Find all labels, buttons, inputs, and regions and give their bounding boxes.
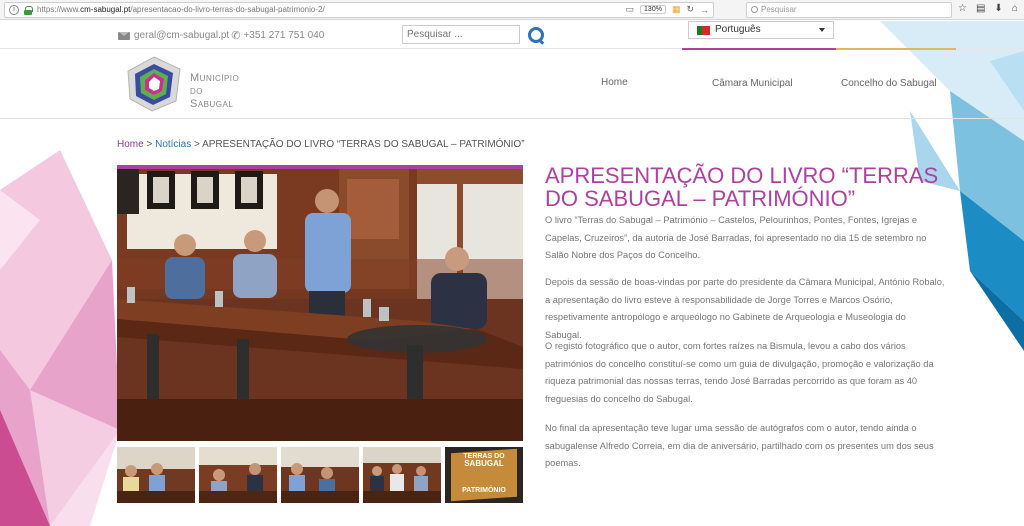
breadcrumb-news[interactable]: Notícias <box>155 139 191 150</box>
event-photo[interactable] <box>117 169 523 441</box>
thumbnail-4[interactable] <box>363 447 441 503</box>
top-info-bar: geral@cm-sabugal.pt ✆ +351 271 751 040 <box>0 21 1024 49</box>
url-text[interactable]: https://www.cm-sabugal.pt/apresentacao-d… <box>37 5 325 14</box>
breadcrumb-current: APRESENTAÇÃO DO LIVRO “TERRAS DO SABUGAL… <box>202 139 525 150</box>
phone-icon: ✆ <box>231 30 241 42</box>
contact-phone: +351 271 751 040 <box>243 30 325 41</box>
municipality-logo[interactable] <box>124 55 184 113</box>
apps-icon[interactable]: ▦ <box>672 4 681 15</box>
zoom-level[interactable]: 130% <box>640 5 666 14</box>
reload-icon[interactable]: ↻ <box>686 4 694 15</box>
download-icon[interactable]: ⬇ <box>994 3 1002 14</box>
article-paragraph-2: Depois da sessão de boas-vindas por part… <box>545 277 945 340</box>
browser-search-input[interactable]: Pesquisar <box>746 2 952 18</box>
left-decorative-polygons <box>0 150 120 526</box>
reader-view-icon[interactable]: ▭ <box>626 4 635 15</box>
info-icon[interactable]: i <box>9 5 19 15</box>
forward-icon[interactable]: → <box>700 5 709 15</box>
thumbnail-gallery: TERRAS DO SABUGAL PATRIMÓNIO <box>117 447 523 503</box>
language-selector[interactable]: Português <box>688 21 834 39</box>
site-search-input[interactable] <box>402 25 520 44</box>
search-button[interactable] <box>527 26 545 44</box>
article-paragraph-3: O registo fotográfico que o autor, com f… <box>545 341 934 404</box>
envelope-icon <box>118 31 130 40</box>
address-bar[interactable]: i https://www.cm-sabugal.pt/apresentacao… <box>4 2 714 18</box>
nav-camara-municipal[interactable]: Câmara Municipal <box>712 78 793 89</box>
breadcrumb-home[interactable]: Home <box>117 139 144 150</box>
breadcrumb: Home > Notícias > APRESENTAÇÃO DO LIVRO … <box>117 139 525 150</box>
municipality-name[interactable]: Município do Sabugal <box>190 72 239 111</box>
home-icon[interactable]: ⌂ <box>1012 3 1018 14</box>
browser-toolbar: i https://www.cm-sabugal.pt/apresentacao… <box>0 0 1024 20</box>
lock-icon <box>24 6 33 15</box>
thumbnail-1[interactable] <box>117 447 195 503</box>
portugal-flag-icon <box>697 26 710 35</box>
nav-home[interactable]: Home <box>601 77 628 88</box>
nav-concelho-do-sabugal[interactable]: Concelho do Sabugal <box>841 78 937 89</box>
article-paragraph-4: No final da apresentação teve lugar uma … <box>545 423 934 468</box>
thumbnail-3[interactable] <box>281 447 359 503</box>
site-header: Município do Sabugal Home Câmara Municip… <box>0 50 1024 119</box>
language-label: Português <box>715 24 761 35</box>
bookmark-star-icon[interactable]: ☆ <box>958 3 967 14</box>
contact-email[interactable]: geral@cm-sabugal.pt <box>134 30 229 41</box>
thumbnail-2[interactable] <box>199 447 277 503</box>
article-paragraph-1: O livro “Terras do Sabugal – Património … <box>545 215 927 260</box>
thumbnail-5-book-cover[interactable]: TERRAS DO SABUGAL PATRIMÓNIO <box>445 447 523 503</box>
article-title: APRESENTAÇÃO DO LIVRO “TERRAS DO SABUGAL… <box>545 163 939 211</box>
bookmarks-list-icon[interactable]: ▤ <box>976 3 985 14</box>
chevron-down-icon <box>819 28 825 32</box>
search-icon <box>751 6 758 13</box>
